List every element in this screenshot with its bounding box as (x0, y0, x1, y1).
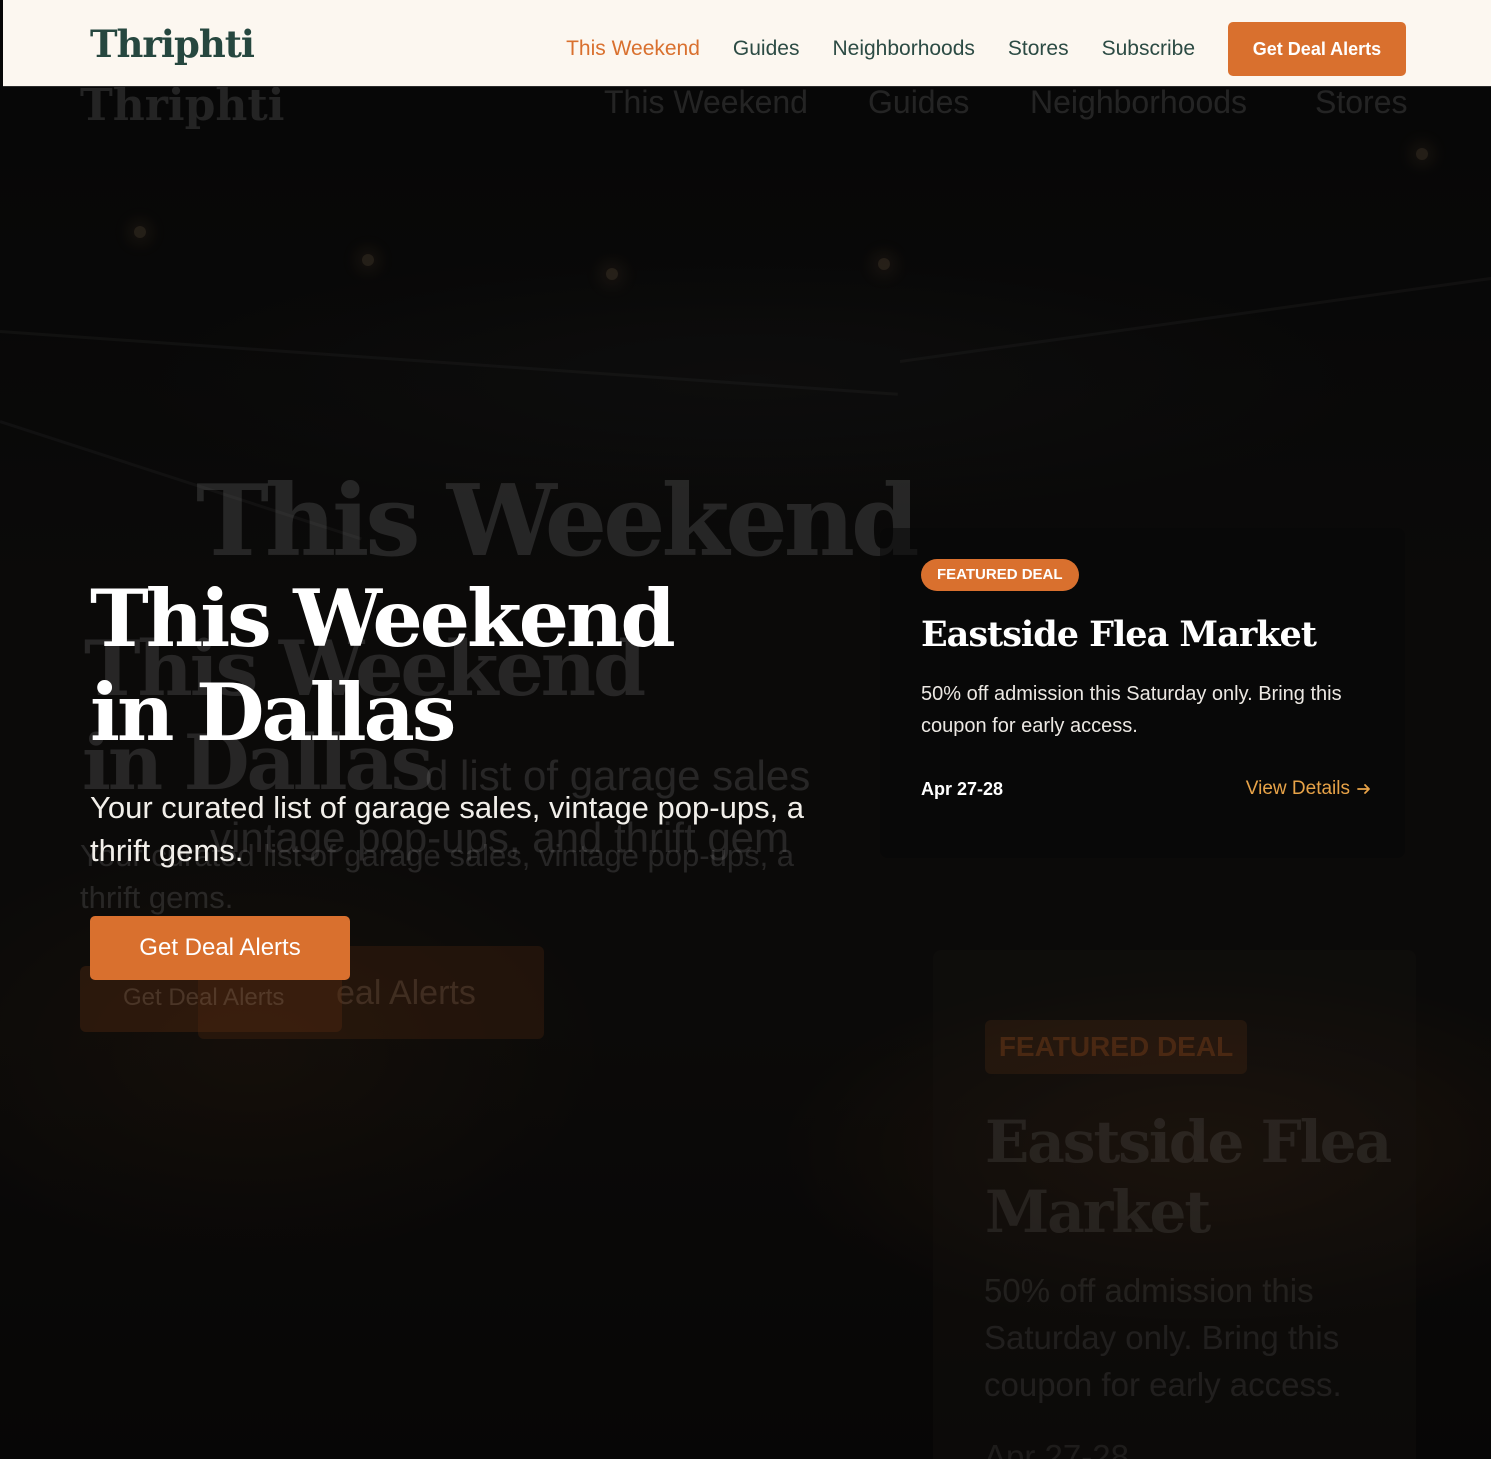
featured-deal-badge: FEATURED DEAL (921, 559, 1079, 591)
hero-get-deal-alerts-button[interactable]: Get Deal Alerts (90, 916, 350, 980)
nav-link-guides[interactable]: Guides (733, 37, 800, 61)
hero-title-line-2: in Dallas (90, 666, 456, 759)
view-details-link[interactable]: View Details (1246, 778, 1372, 800)
featured-deal-date: Apr 27-28 (921, 779, 1004, 799)
site-logo[interactable]: Thriphti (90, 22, 255, 66)
site-header: Thriphti This Weekend Guides Neighborhoo… (3, 0, 1491, 87)
hero-subtitle-line-1: Your curated list of garage sales, vinta… (90, 790, 805, 825)
featured-deal-description: 50% off admission this Saturday only. Br… (921, 683, 1342, 737)
featured-deal-title: Eastside Flea Market (921, 614, 1317, 655)
main-nav: This Weekend Guides Neighborhoods Stores… (566, 22, 1406, 76)
nav-link-neighborhoods[interactable]: Neighborhoods (832, 37, 974, 61)
nav-link-stores[interactable]: Stores (1008, 37, 1069, 61)
hero-subtitle: Your curated list of garage sales, vinta… (90, 786, 890, 876)
page: Thriphti This Weekend Guides Neighborhoo… (0, 0, 1491, 1459)
nav-link-this-weekend[interactable]: This Weekend (566, 37, 700, 61)
hero-subtitle-line-2: thrift gems. (90, 833, 244, 868)
hero-title: This Weekend in Dallas (90, 572, 676, 760)
header-get-deal-alerts-button[interactable]: Get Deal Alerts (1228, 22, 1406, 76)
arrow-right-icon (1357, 784, 1370, 794)
nav-link-subscribe[interactable]: Subscribe (1102, 37, 1195, 61)
view-details-label: View Details (1245, 778, 1350, 799)
hero-title-line-1: This Weekend (90, 572, 676, 665)
featured-deal-card: FEATURED DEAL Eastside Flea Market 50% o… (880, 528, 1405, 858)
